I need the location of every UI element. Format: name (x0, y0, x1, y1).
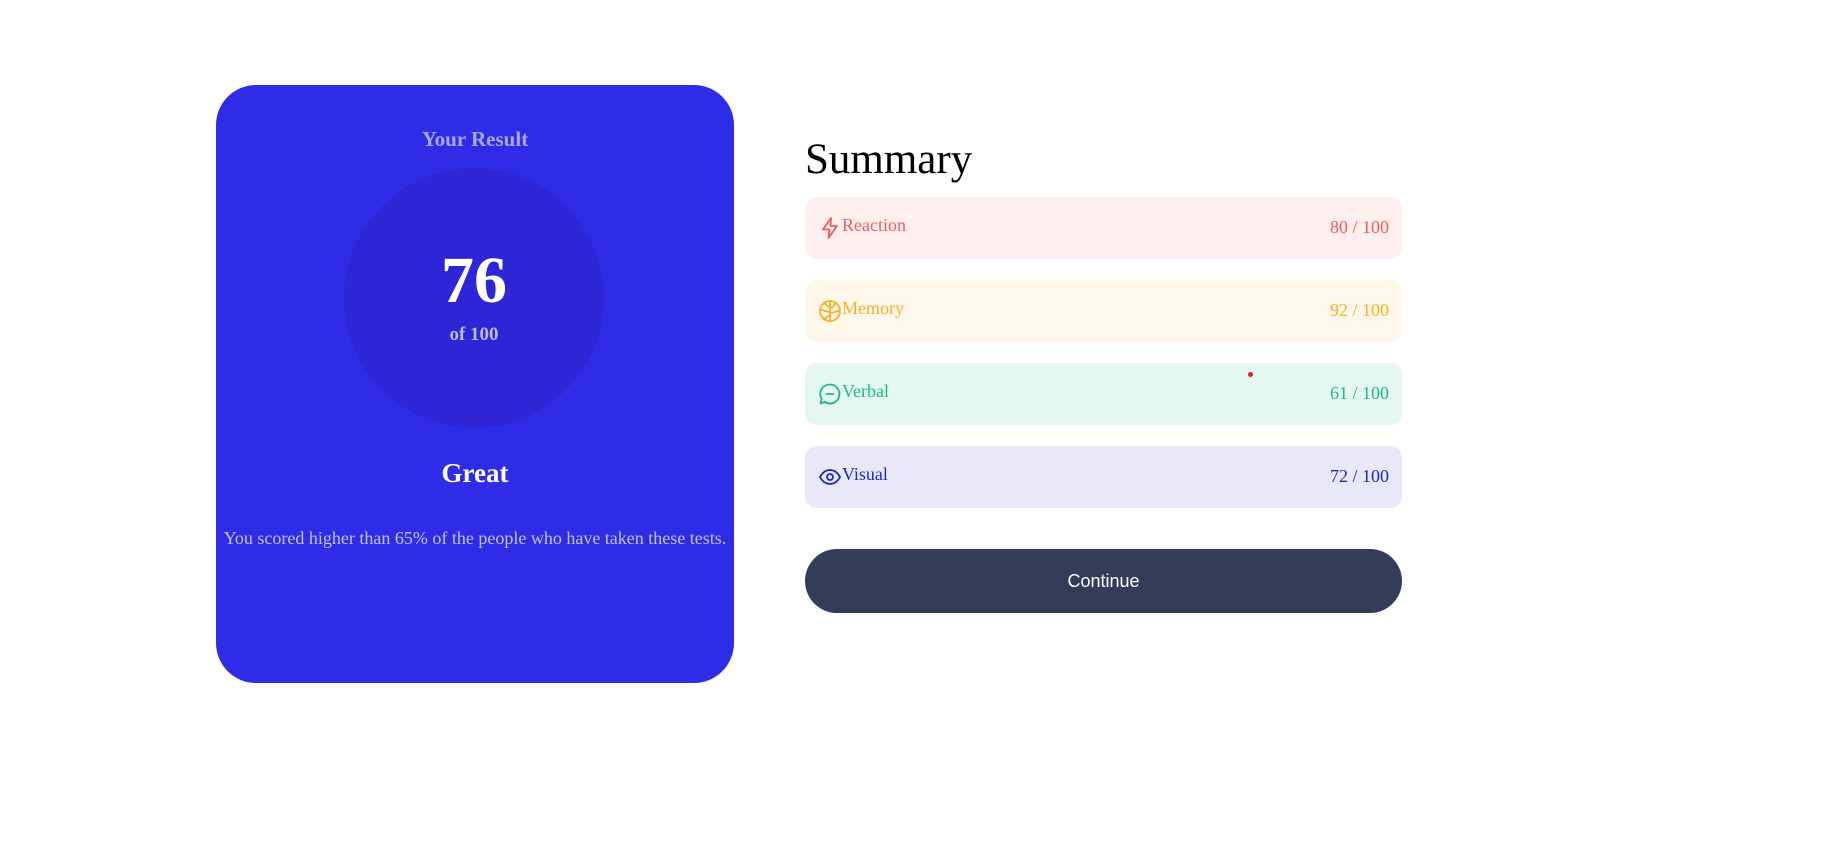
lightning-icon (818, 216, 842, 240)
cursor-dot (1248, 372, 1253, 377)
summary-score: 61 / 100 (1329, 383, 1389, 403)
brain-icon (818, 299, 842, 323)
summary-label: Visual (842, 464, 888, 484)
summary-label: Memory (842, 298, 904, 318)
result-description: You scored higher than 65% of the people… (223, 528, 727, 548)
results-page: Your Result 76 of 100 Great You scored h… (0, 0, 1846, 852)
summary-row-reaction: Reaction 80 / 100 (805, 197, 1402, 259)
result-card: Your Result 76 of 100 Great You scored h… (216, 85, 734, 683)
score-circle: 76 of 100 (344, 168, 604, 428)
summary-score: 92 / 100 (1329, 300, 1389, 320)
chat-bubble-icon (818, 382, 842, 406)
score-value: 76 (441, 244, 507, 317)
continue-button[interactable]: Continue (805, 549, 1402, 613)
summary-title: Summary (805, 136, 973, 183)
summary-label: Reaction (842, 215, 906, 235)
rating-label: Great (441, 458, 509, 488)
summary-score: 72 / 100 (1329, 466, 1389, 486)
eye-icon (818, 465, 842, 489)
summary-row-verbal: Verbal 61 / 100 (805, 363, 1402, 425)
summary-row-memory: Memory 92 / 100 (805, 280, 1402, 342)
score-out-of: of 100 (449, 324, 499, 345)
summary-score: 80 / 100 (1329, 217, 1389, 237)
summary-label: Verbal (842, 381, 889, 401)
result-heading: Your Result (421, 127, 529, 151)
summary-row-visual: Visual 72 / 100 (805, 446, 1402, 508)
